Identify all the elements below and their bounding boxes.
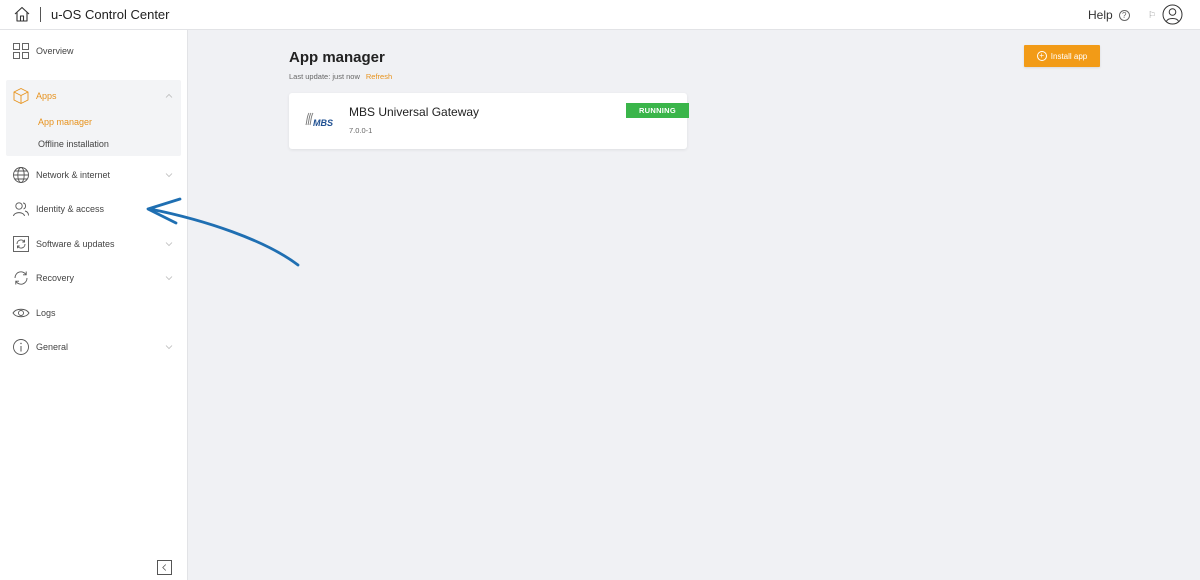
annotation-arrow-icon [146,197,300,267]
grid-icon [13,43,29,59]
chevron-up-icon [165,93,173,98]
help-icon: ? [1118,9,1130,21]
chevron-down-icon [165,173,173,178]
sidebar-item-label: General [36,342,69,352]
chevron-down-icon [165,345,173,350]
header-divider [40,7,41,22]
sidebar-item-apps[interactable]: Apps [6,83,181,109]
top-bar: u-OS Control Center Help ? ⚐ [0,0,1200,30]
app-title: u-OS Control Center [51,7,170,22]
sidebar-group-apps: Apps App manager Offline installation [6,80,181,156]
last-update-text: Last update: just now [289,72,360,81]
user-icon[interactable] [1162,4,1183,25]
sidebar-item-label: Software & updates [36,239,115,249]
install-app-label: Install app [1050,51,1088,61]
info-icon [13,339,29,355]
sidebar-subitem-offline-installation[interactable]: Offline installation [38,139,109,149]
sidebar-item-label: Identity & access [36,204,105,214]
users-icon [13,202,29,217]
cycle-icon [14,271,28,285]
app-version: 7.0.0-1 [349,126,373,135]
sidebar-item-network[interactable]: Network & internet [6,162,181,188]
install-app-button[interactable]: + Install app [1024,45,1100,67]
sidebar-subitem-app-manager[interactable]: App manager [38,117,92,127]
status-badge: RUNNING [626,103,689,118]
page-title: App manager [289,49,385,66]
chevron-down-icon [165,276,173,281]
sidebar-item-general[interactable]: General [6,334,181,360]
sidebar-item-overview[interactable]: Overview [6,38,181,64]
sidebar-item-label: Overview [36,46,74,56]
help-button[interactable]: Help ? [1088,8,1130,22]
refresh-link[interactable]: Refresh [366,72,392,81]
sidebar: Overview Apps App manager Offline instal… [0,30,188,580]
flag-icon[interactable]: ⚐ [1148,10,1156,21]
app-card[interactable]: MBS MBS Universal Gateway 7.0.0-1 RUNNIN… [289,93,689,149]
eye-icon [12,308,30,318]
home-icon[interactable] [13,5,31,23]
sidebar-item-logs[interactable]: Logs [6,300,181,326]
chevron-left-icon[interactable] [157,560,172,575]
sidebar-item-label: Apps [36,91,57,101]
app-name: MBS Universal Gateway [349,105,480,119]
mbs-logo-text: MBS [313,118,333,128]
refresh-box-icon [13,236,29,252]
mbs-logo-icon: MBS [305,112,333,128]
globe-icon [13,167,29,183]
sidebar-item-label: Recovery [36,273,75,283]
cube-icon [13,88,29,104]
last-update-line: Last update: just now Refresh [289,72,392,81]
sidebar-item-label: Logs [36,308,56,318]
plus-circle-icon: + [1036,51,1047,61]
help-label: Help [1088,8,1113,22]
sidebar-item-label: Network & internet [36,170,111,180]
